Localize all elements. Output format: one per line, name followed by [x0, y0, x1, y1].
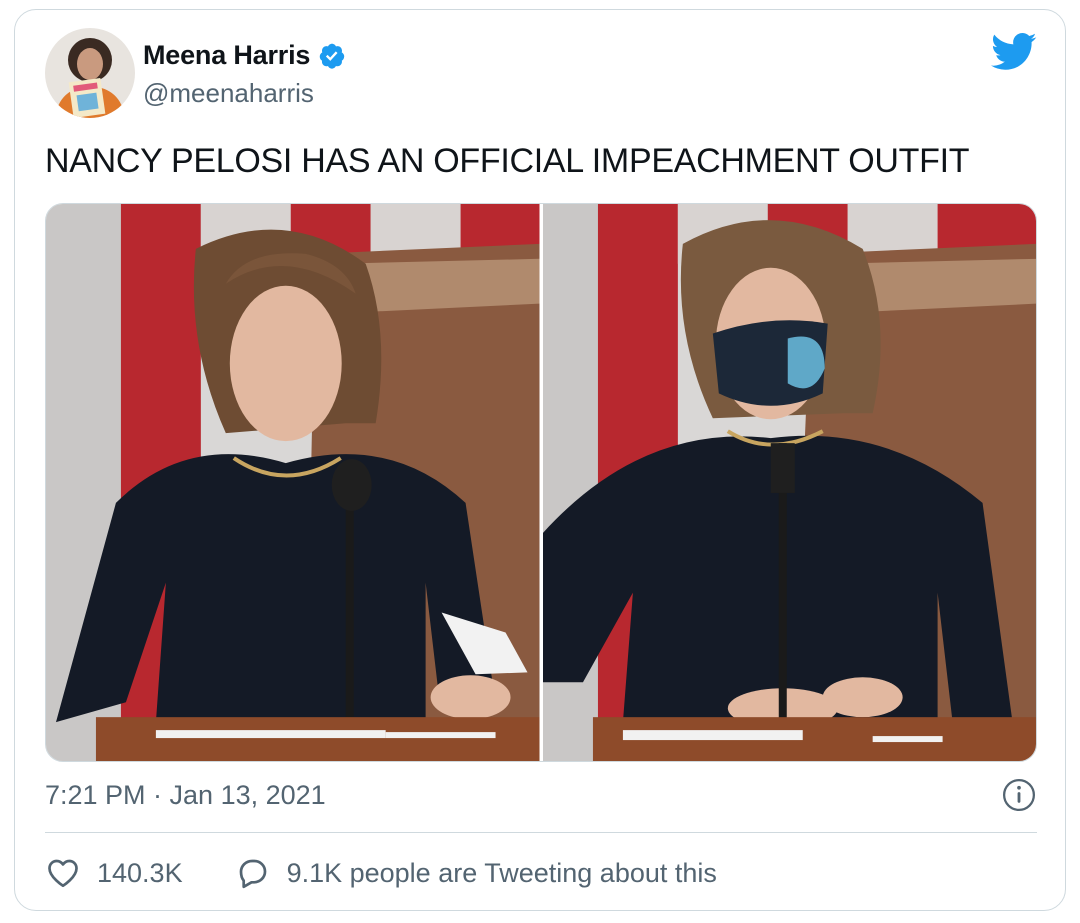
photo-pelosi-masked[interactable] [542, 204, 1036, 761]
heart-icon [48, 859, 78, 888]
divider [45, 832, 1037, 833]
info-icon[interactable] [1002, 778, 1036, 812]
avatar[interactable] [45, 28, 135, 118]
avatar-image [45, 28, 135, 118]
conversation-text: 9.1K people are Tweeting about this [286, 857, 717, 888]
photo-image [542, 204, 1036, 761]
tweet-card: Meena Harris @meenaharris NANCY PELOSI H… [14, 9, 1066, 911]
author-name-row: Meena Harris [143, 40, 346, 71]
like-button[interactable]: 140.3K [45, 855, 183, 891]
tweet-text: NANCY PELOSI HAS AN OFFICIAL IMPEACHMENT… [45, 142, 970, 180]
media-grid[interactable] [45, 203, 1037, 762]
photo-pelosi-unmasked[interactable] [46, 204, 540, 761]
timestamp[interactable]: 7:21 PM · Jan 13, 2021 [45, 780, 326, 811]
photo-image [46, 204, 540, 761]
tweet-actions: 140.3K 9.1K people are Tweeting about th… [45, 855, 717, 891]
twitter-bird-icon[interactable] [991, 32, 1037, 72]
like-count: 140.3K [97, 857, 183, 888]
conversation-link[interactable]: 9.1K people are Tweeting about this [235, 855, 717, 891]
handle[interactable]: @meenaharris [143, 78, 314, 109]
display-name[interactable]: Meena Harris [143, 40, 310, 71]
reply-bubble-icon [239, 859, 266, 889]
verified-badge-icon [319, 43, 345, 69]
